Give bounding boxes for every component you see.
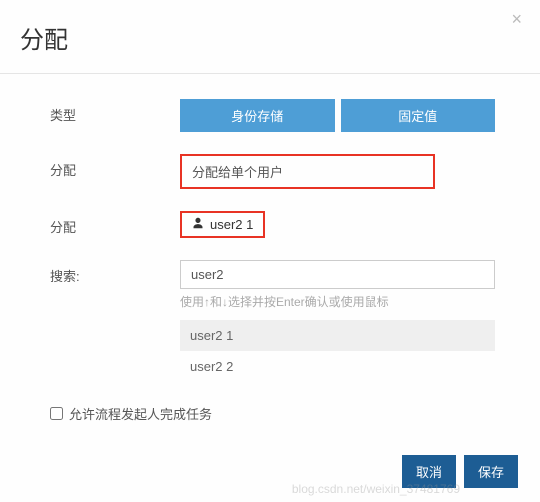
selected-user-label: user2 1 — [210, 217, 253, 232]
user-icon — [192, 217, 204, 232]
allow-initiator-label: 允许流程发起人完成任务 — [69, 404, 212, 423]
row-assign-mode: 分配 分配给单个用户 — [20, 154, 520, 189]
assign-mode-select[interactable]: 分配给单个用户 — [180, 154, 435, 189]
result-item[interactable]: user2 2 — [180, 351, 495, 382]
row-assign-user: 分配 user2 1 — [20, 211, 520, 238]
selected-user-tag[interactable]: user2 1 — [180, 211, 265, 238]
label-type: 类型 — [20, 99, 180, 124]
allow-initiator-checkbox[interactable] — [50, 407, 63, 420]
label-search: 搜索: — [20, 260, 180, 285]
row-allow-initiator: 允许流程发起人完成任务 — [20, 404, 520, 423]
modal-body: 类型 身份存储 固定值 分配 分配给单个用户 分配 user2 1 搜索: — [0, 74, 540, 433]
type-option-identity[interactable]: 身份存储 — [180, 99, 335, 132]
search-results: user2 1 user2 2 — [180, 320, 495, 382]
save-button[interactable]: 保存 — [464, 455, 518, 488]
row-search: 搜索: 使用↑和↓选择并按Enter确认或使用鼠标 user2 1 user2 … — [20, 260, 520, 382]
search-hint: 使用↑和↓选择并按Enter确认或使用鼠标 — [180, 293, 495, 310]
modal-header: 分配 × — [0, 0, 540, 74]
cancel-button[interactable]: 取消 — [402, 455, 456, 488]
modal-title: 分配 — [20, 20, 520, 55]
modal-footer: 取消 保存 — [402, 455, 518, 488]
type-segment-group: 身份存储 固定值 — [180, 99, 495, 132]
label-assign-mode: 分配 — [20, 154, 180, 179]
type-option-fixed[interactable]: 固定值 — [341, 99, 496, 132]
search-input[interactable] — [180, 260, 495, 289]
row-type: 类型 身份存储 固定值 — [20, 99, 520, 132]
close-icon[interactable]: × — [511, 10, 522, 28]
result-item[interactable]: user2 1 — [180, 320, 495, 351]
label-assign-user: 分配 — [20, 211, 180, 236]
